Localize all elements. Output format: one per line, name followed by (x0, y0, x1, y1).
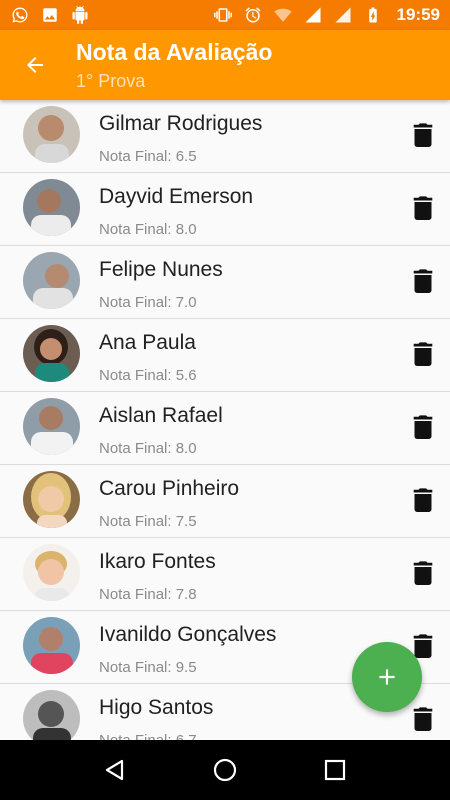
android-icon (70, 5, 90, 25)
page-title: Nota da Avaliação (76, 39, 273, 65)
grade-value: 9.5 (175, 659, 197, 676)
list-item[interactable]: Felipe Nunes Nota Final: 7.0 (0, 246, 450, 319)
back-triangle-icon (105, 759, 124, 781)
wifi-icon (273, 5, 293, 25)
list-item[interactable]: Aislan Rafael Nota Final: 8.0 (0, 392, 450, 465)
back-button[interactable] (20, 50, 50, 80)
trash-icon (413, 488, 433, 512)
final-grade: Nota Final: 7.0 (99, 294, 197, 311)
avatar (23, 252, 80, 309)
list-item[interactable]: Dayvid Emerson Nota Final: 8.0 (0, 173, 450, 246)
student-name: Dayvid Emerson (99, 185, 254, 208)
delete-button[interactable] (410, 122, 436, 148)
add-student-button[interactable] (352, 642, 422, 712)
grade-value: 7.0 (175, 294, 197, 311)
image-icon (40, 5, 60, 25)
trash-icon (413, 196, 433, 220)
grade-label: Nota Final: (99, 367, 172, 384)
home-circle-icon (213, 758, 237, 782)
vibrate-icon (213, 5, 233, 25)
avatar (23, 617, 80, 674)
status-time: 19:59 (396, 5, 440, 24)
student-name: Ana Paula (99, 331, 196, 354)
avatar (23, 325, 80, 382)
student-name: Gilmar Rodrigues (99, 112, 263, 135)
final-grade: Nota Final: 9.5 (99, 659, 197, 676)
trash-icon (413, 415, 433, 439)
grade-value: 6.5 (175, 148, 197, 165)
student-name: Higo Santos (99, 696, 214, 719)
whatsapp-icon (10, 5, 30, 25)
trash-icon (413, 561, 433, 585)
trash-icon (413, 707, 433, 731)
delete-button[interactable] (410, 195, 436, 221)
signal-icon (333, 5, 353, 25)
delete-button[interactable] (410, 487, 436, 513)
list-item[interactable]: Gilmar Rodrigues Nota Final: 6.5 (0, 100, 450, 173)
final-grade: Nota Final: 7.8 (99, 586, 197, 603)
grade-label: Nota Final: (99, 513, 172, 530)
trash-icon (413, 123, 433, 147)
final-grade: Nota Final: 8.0 (99, 440, 197, 457)
student-name: Aislan Rafael (99, 404, 223, 427)
grade-value: 7.5 (175, 513, 197, 530)
grade-value: 8.0 (175, 221, 197, 238)
nav-recents-button[interactable] (315, 750, 355, 790)
avatar (23, 544, 80, 601)
list-item[interactable]: Ikaro Fontes Nota Final: 7.8 (0, 538, 450, 611)
avatar (23, 106, 80, 163)
grade-value: 5.6 (175, 367, 197, 384)
avatar (23, 179, 80, 236)
final-grade: Nota Final: 7.5 (99, 513, 197, 530)
page-subtitle: 1° Prova (76, 71, 146, 91)
student-name: Ikaro Fontes (99, 550, 216, 573)
delete-button[interactable] (410, 414, 436, 440)
avatar (23, 690, 80, 740)
grade-label: Nota Final: (99, 586, 172, 603)
arrow-back-icon (27, 57, 43, 73)
grade-label: Nota Final: (99, 148, 172, 165)
alarm-icon (243, 5, 263, 25)
avatar (23, 398, 80, 455)
nav-home-button[interactable] (205, 750, 245, 790)
final-grade: Nota Final: 8.0 (99, 221, 197, 238)
grade-value: 7.8 (175, 586, 197, 603)
student-name: Carou Pinheiro (99, 477, 240, 500)
recents-square-icon (324, 759, 346, 781)
student-name: Felipe Nunes (99, 258, 223, 281)
trash-icon (413, 342, 433, 366)
status-left-icons (10, 5, 90, 25)
delete-button[interactable] (410, 268, 436, 294)
avatar (23, 471, 80, 528)
add-icon (379, 669, 395, 685)
grade-label: Nota Final: (99, 221, 172, 238)
final-grade: Nota Final: 5.6 (99, 367, 197, 384)
battery-charging-icon (363, 5, 383, 25)
status-bar: 19:59 (0, 0, 450, 30)
list-item[interactable]: Carou Pinheiro Nota Final: 7.5 (0, 465, 450, 538)
final-grade: Nota Final: 6.5 (99, 148, 197, 165)
grade-value: 6.7 (176, 732, 197, 740)
nav-back-button[interactable] (95, 750, 135, 790)
trash-icon (413, 634, 433, 658)
grade-label: Nota Final: (99, 440, 172, 457)
signal-icon (303, 5, 323, 25)
delete-button[interactable] (410, 560, 436, 586)
grade-value: 8.0 (175, 440, 197, 457)
status-right-icons: 19:59 (213, 5, 440, 25)
grade-label: Nota Final: (99, 659, 172, 676)
delete-button[interactable] (410, 706, 436, 732)
trash-icon (413, 269, 433, 293)
grade-label: Nota Final: (99, 294, 172, 311)
grade-label: Nota Final: (99, 732, 172, 740)
app-bar: Nota da Avaliação 1° Prova (0, 30, 450, 100)
final-grade: Nota Final: 6.7 (99, 732, 197, 740)
navigation-bar (0, 740, 450, 800)
list-item[interactable]: Ana Paula Nota Final: 5.6 (0, 319, 450, 392)
student-name: Ivanildo Gonçalves (99, 623, 277, 646)
delete-button[interactable] (410, 341, 436, 367)
